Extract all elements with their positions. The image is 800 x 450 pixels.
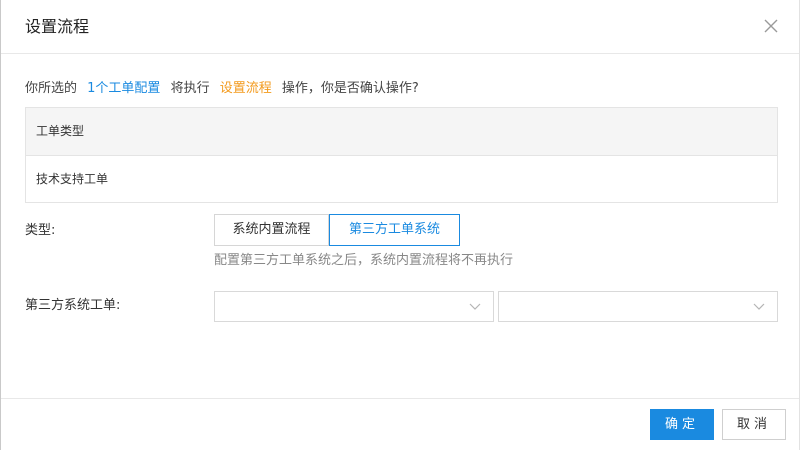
dialog-title: 设置流程	[25, 17, 90, 36]
table-row: 技术支持工单	[36, 172, 109, 186]
dialog: 设置流程 你所选的 1个工单配置 将执行 设置流程 操作，你是否确认操作? 工单…	[0, 0, 800, 450]
confirm-suffix: 操作，你是否确认操作?	[281, 81, 419, 96]
close-icon	[764, 19, 778, 33]
type-option-third-party[interactable]: 第三方工单系统	[329, 214, 460, 246]
table-header: 工单类型	[26, 108, 777, 156]
third-party-ticket-select[interactable]	[498, 291, 778, 322]
dialog-footer: 确定 取消	[1, 398, 799, 450]
chevron-down-icon	[753, 303, 765, 310]
type-hint: 配置第三方工单系统之后，系统内置流程将不再执行	[214, 253, 514, 268]
type-label: 类型:	[25, 223, 56, 238]
type-option-internal[interactable]: 系统内置流程	[214, 214, 329, 246]
close-button[interactable]	[761, 16, 781, 36]
third-party-system-select[interactable]	[214, 291, 494, 322]
confirm-message: 你所选的 1个工单配置 将执行 设置流程 操作，你是否确认操作?	[25, 80, 419, 98]
ticket-type-table: 工单类型 技术支持工单	[25, 107, 778, 203]
third-party-label: 第三方系统工单:	[25, 298, 121, 313]
confirm-button[interactable]: 确定	[650, 409, 714, 440]
dialog-header: 设置流程	[1, 0, 799, 54]
confirm-prefix: 你所选的	[25, 81, 78, 96]
cancel-button[interactable]: 取消	[722, 409, 786, 440]
confirm-selection: 1个工单配置	[87, 81, 161, 96]
chevron-down-icon	[469, 303, 481, 310]
confirm-middle: 将执行	[170, 81, 210, 96]
confirm-action: 设置流程	[219, 81, 272, 96]
